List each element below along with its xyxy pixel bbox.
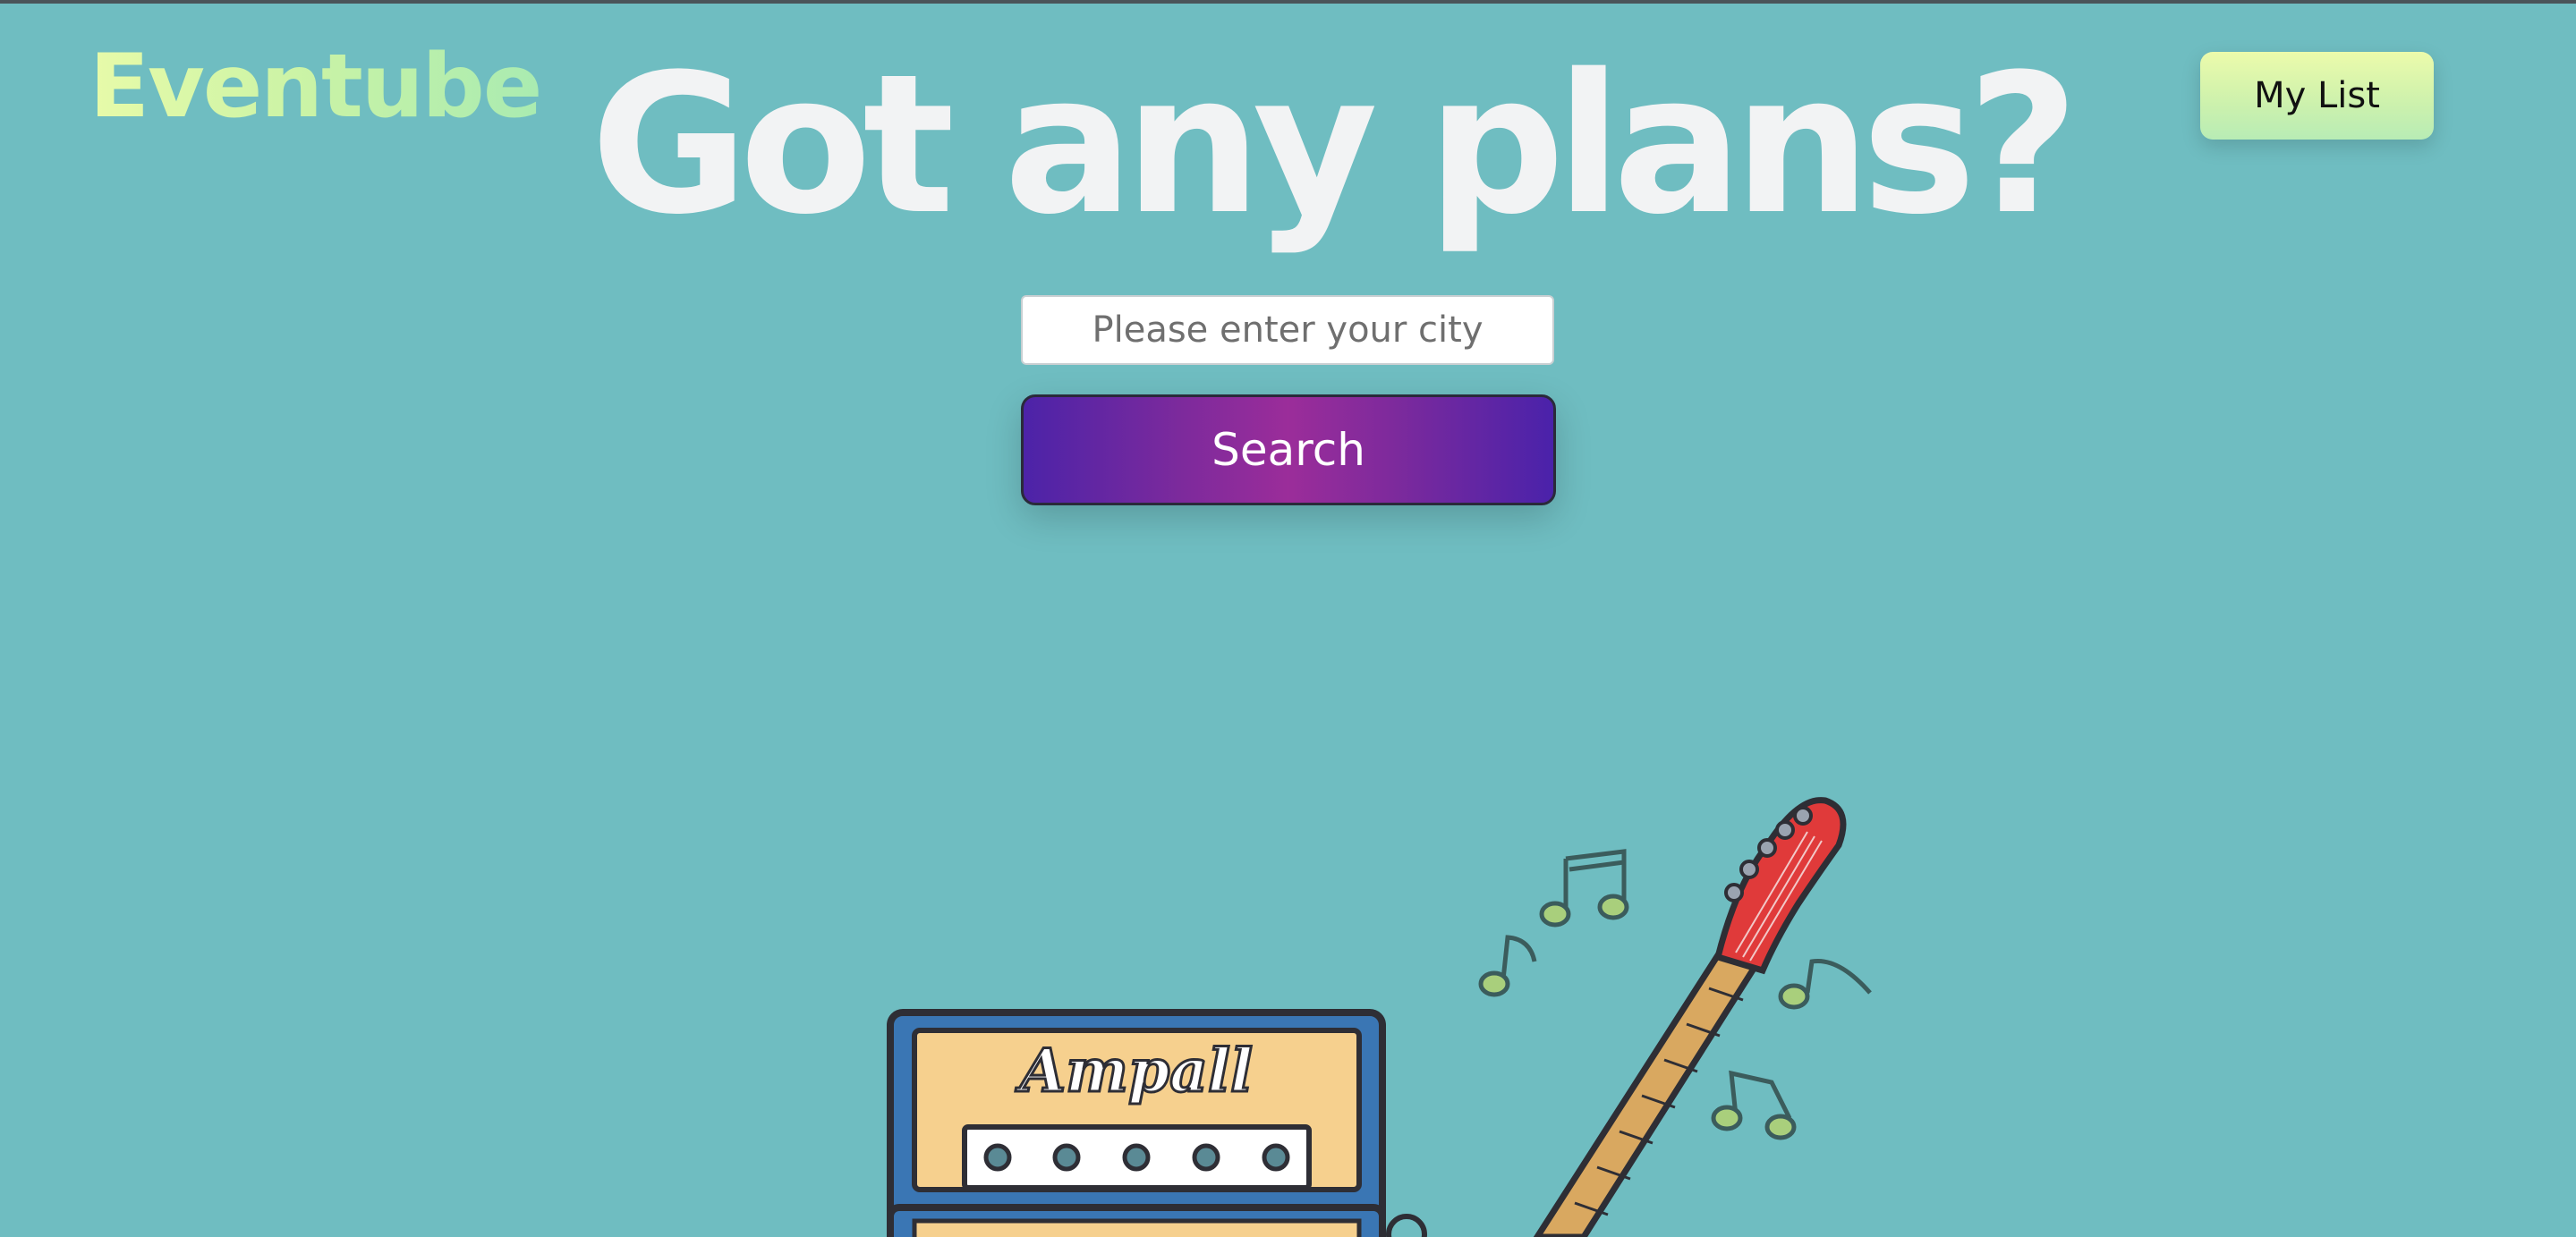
music-illustration: Ampall: [887, 797, 1872, 1237]
page-headline: Got any plans?: [591, 32, 2079, 257]
music-note-icon: [1778, 958, 1872, 1010]
music-note-icon: [1478, 935, 1537, 997]
logo[interactable]: Eventube: [89, 43, 542, 131]
music-note-icon: [1539, 849, 1629, 928]
music-note-icon: [1711, 1070, 1797, 1140]
search-button[interactable]: Search: [1021, 394, 1556, 505]
amp-brand-label: Ampall: [1015, 1036, 1253, 1106]
window-top-border: [0, 0, 2576, 4]
my-list-button[interactable]: My List: [2200, 52, 2434, 140]
amplifier-icon: Ampall: [887, 1009, 1427, 1237]
city-search-input[interactable]: [1021, 295, 1554, 365]
